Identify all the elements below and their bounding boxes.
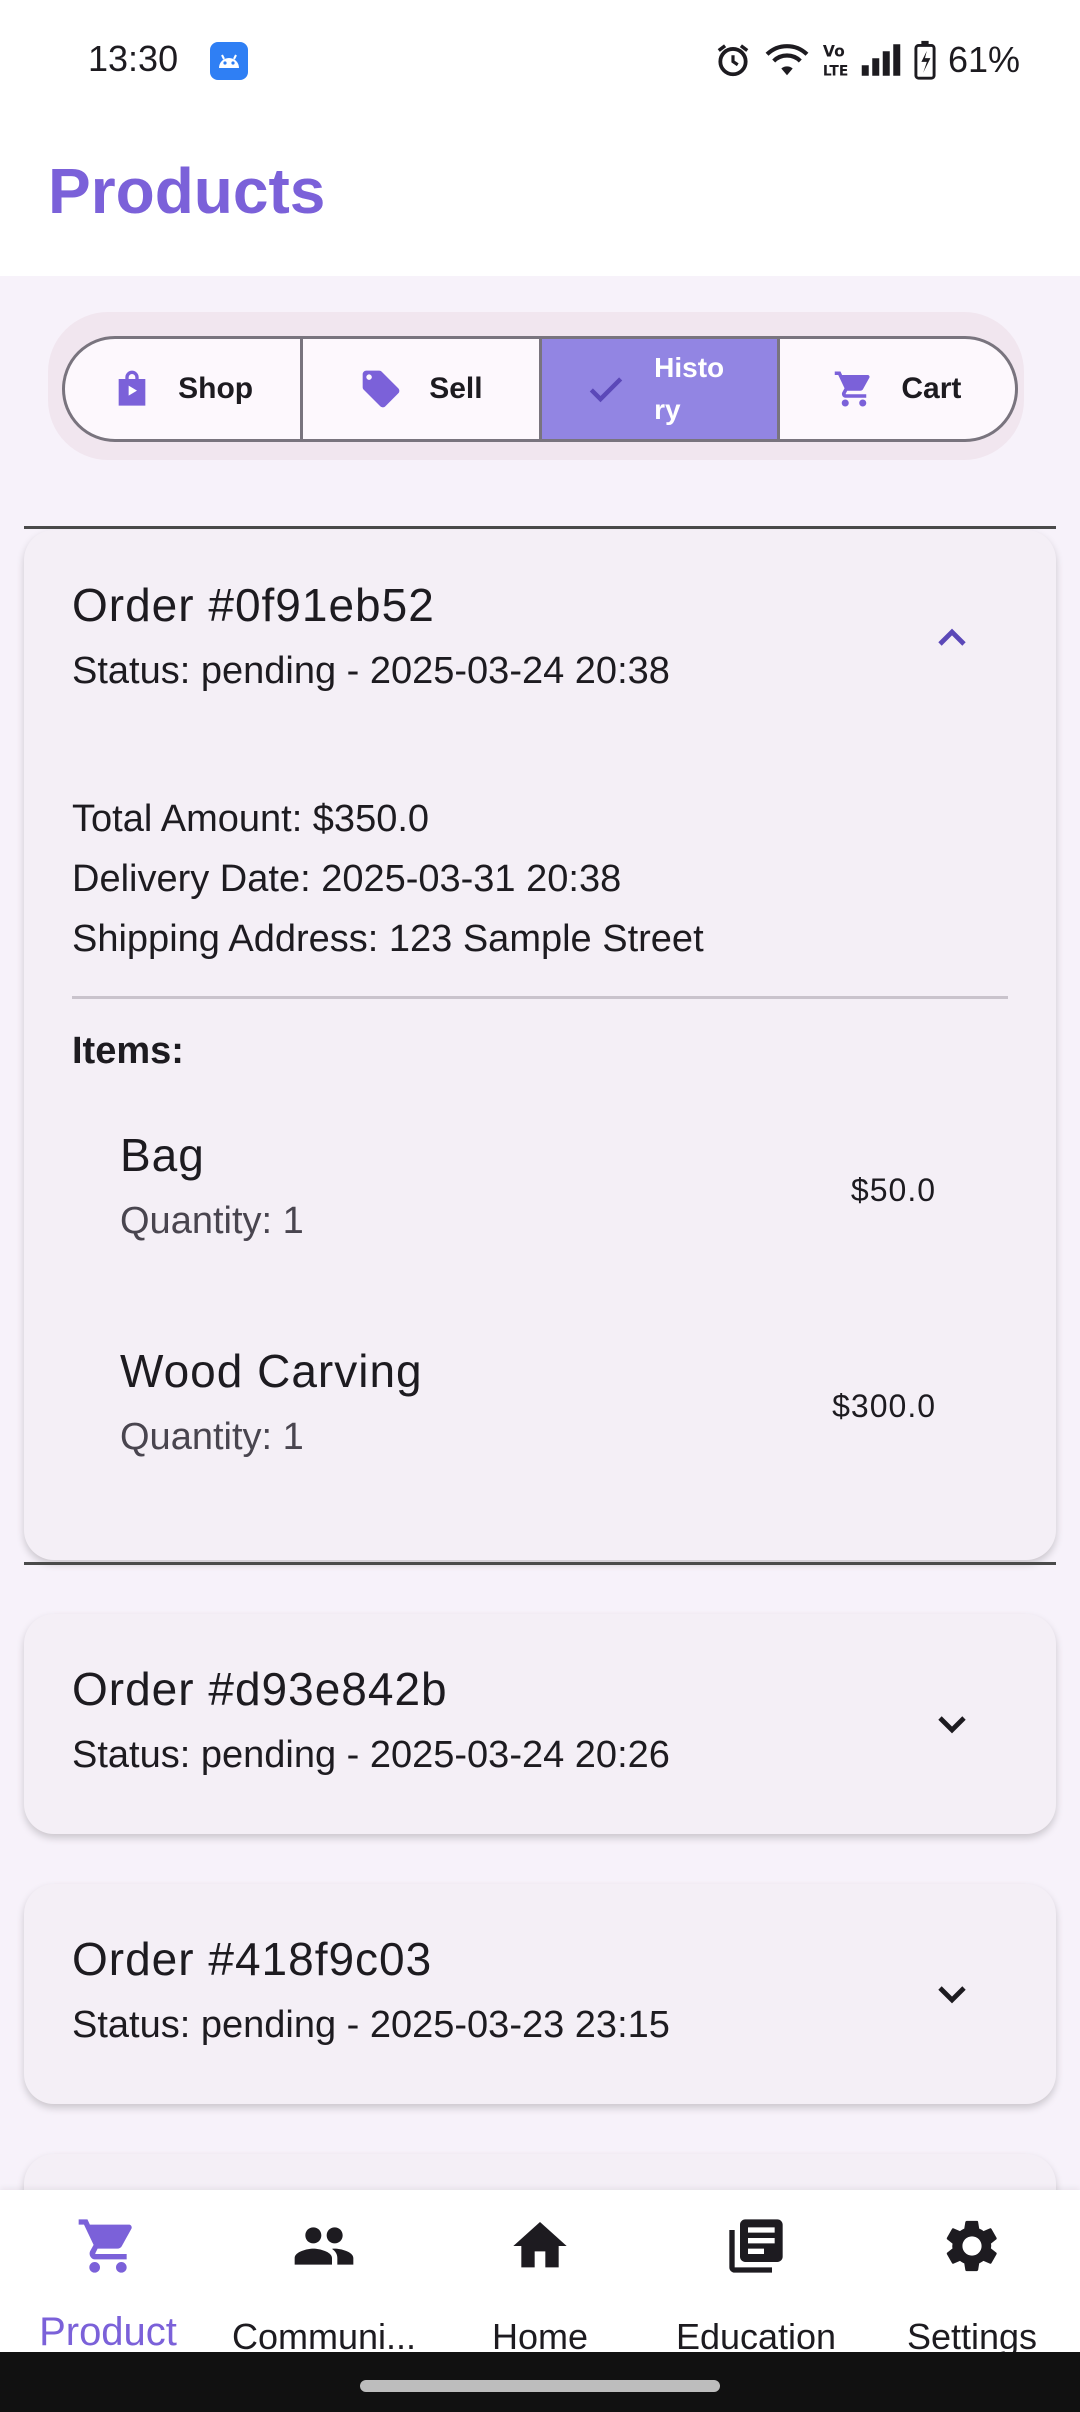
item-price: $50.0 <box>850 1172 936 1208</box>
svg-text:LTE: LTE <box>823 64 848 79</box>
chevron-up-icon[interactable] <box>928 614 976 662</box>
order-status: Status: pending - 2025-03-23 23:15 <box>72 2004 670 2046</box>
expanded-bottom-divider <box>24 1562 1056 1565</box>
status-time: 13:30 <box>88 38 179 79</box>
items-heading: Items: <box>72 1030 184 1072</box>
order-card[interactable]: Order #d93e842b Status: pending - 2025-0… <box>24 1614 1056 1834</box>
chevron-down-icon[interactable] <box>928 1700 976 1748</box>
tab-shop[interactable]: Shop <box>65 339 304 439</box>
shopping-bag-icon <box>118 370 146 406</box>
expanded-top-divider <box>24 526 1056 529</box>
order-status: Status: pending - 2025-03-24 20:26 <box>72 1734 670 1776</box>
people-icon <box>294 2227 354 2265</box>
tab-history-label: History <box>654 352 725 425</box>
check-icon <box>589 377 623 403</box>
battery-percent: 61% <box>947 39 1020 80</box>
app-bar: Products <box>0 124 1080 276</box>
order-details-divider <box>72 996 1008 999</box>
status-icons: Vo LTE 61% <box>714 38 1020 82</box>
nav-label: Product <box>39 2310 177 2354</box>
segmented-control: Shop Sell History Cart <box>62 336 1018 442</box>
library-books-icon <box>729 2219 783 2273</box>
order-card-expanded[interactable]: Order #0f91eb52 Status: pending - 2025-0… <box>24 530 1056 1560</box>
order-delivery-date: Delivery Date: 2025-03-31 20:38 <box>72 858 622 900</box>
signal-icon <box>861 44 901 76</box>
tag-icon <box>362 370 400 408</box>
tab-cart-label: Cart <box>901 372 962 405</box>
battery-icon <box>914 40 936 80</box>
item-quantity: Quantity: 1 <box>120 1416 304 1458</box>
wifi-icon <box>765 44 809 76</box>
order-card[interactable]: Order #418f9c03 Status: pending - 2025-0… <box>24 1884 1056 2104</box>
item-name: Bag <box>120 1129 205 1181</box>
order-total: Total Amount: $350.0 <box>72 798 430 840</box>
chevron-down-icon[interactable] <box>928 1970 976 2018</box>
home-gesture-handle[interactable] <box>360 2380 720 2392</box>
order-status: Status: pending - 2025-03-24 20:38 <box>72 650 670 692</box>
volte-icon: Vo LTE <box>823 43 848 79</box>
cart-icon <box>835 371 870 407</box>
cart-icon <box>78 2219 132 2273</box>
page-title: Products <box>48 155 326 227</box>
item-price: $300.0 <box>832 1388 936 1424</box>
item-quantity: Quantity: 1 <box>120 1200 304 1242</box>
tab-shop-label: Shop <box>178 372 254 405</box>
order-title: Order #418f9c03 <box>72 1933 433 1985</box>
order-title: Order #0f91eb52 <box>72 579 435 631</box>
svg-text:Vo: Vo <box>823 43 845 61</box>
gear-icon <box>946 2220 997 2272</box>
status-bar: 13:30 Vo LTE 61% <box>0 0 1080 124</box>
order-title: Order #d93e842b <box>72 1663 448 1715</box>
item-name: Wood Carving <box>120 1345 423 1397</box>
home-icon <box>513 2222 567 2268</box>
tab-sell[interactable]: Sell <box>303 339 542 439</box>
android-app-icon <box>210 42 248 80</box>
tab-sell-label: Sell <box>429 372 483 405</box>
tab-history[interactable]: History <box>541 339 780 439</box>
alarm-icon <box>717 44 749 77</box>
tab-cart[interactable]: Cart <box>780 339 1015 439</box>
order-shipping-address: Shipping Address: 123 Sample Street <box>72 918 704 960</box>
